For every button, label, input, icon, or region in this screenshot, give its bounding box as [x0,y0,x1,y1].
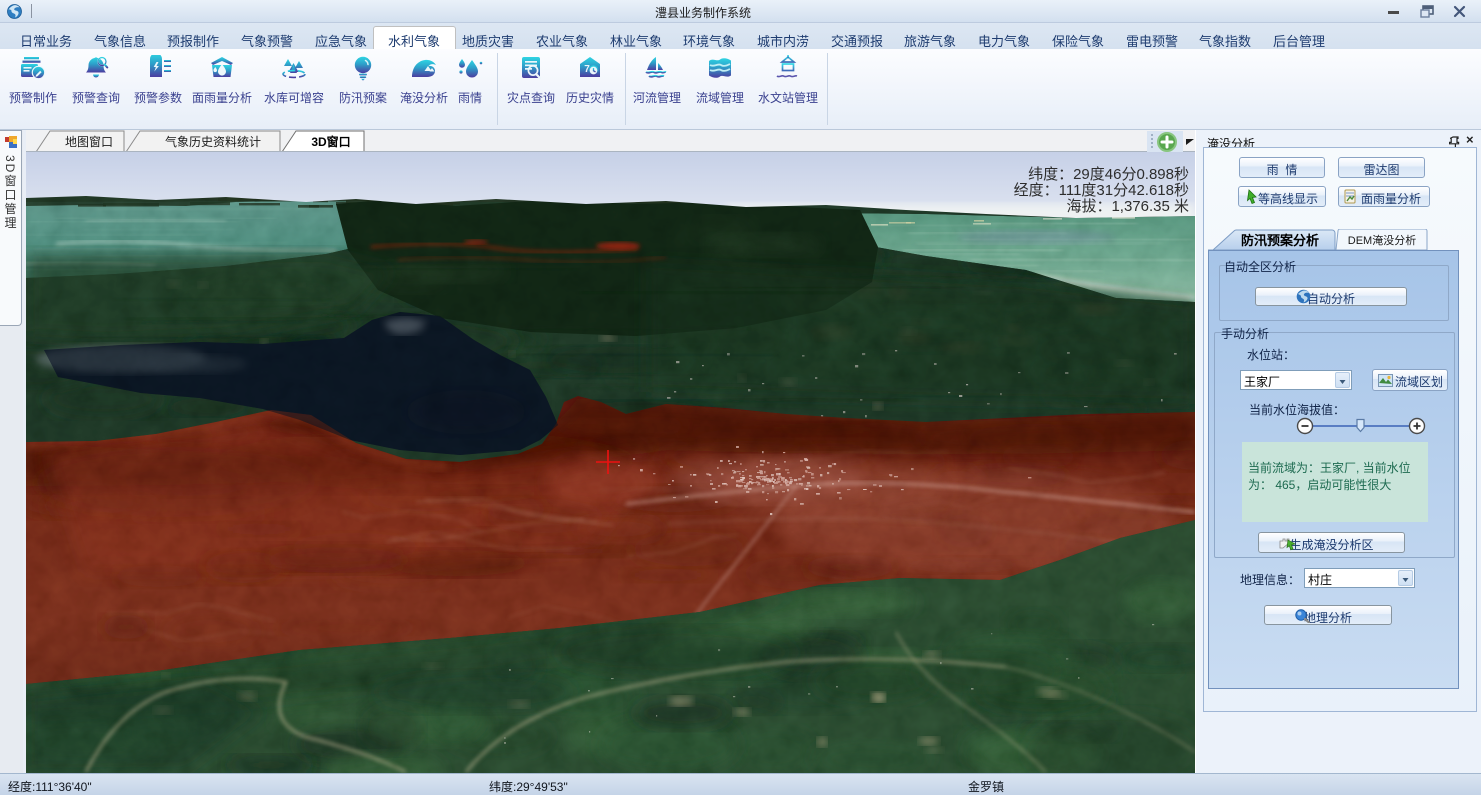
svg-text:防汛预案分析: 防汛预案分析 [1241,233,1319,248]
svg-text:DEM淹没分析: DEM淹没分析 [1348,233,1416,247]
svg-text:海拔：1,376.35 米: 海拔：1,376.35 米 [1066,198,1189,215]
svg-text:地图窗口: 地图窗口 [65,135,113,149]
svg-text:经度：111度31分42.618秒: 经度：111度31分42.618秒 [1014,182,1189,199]
svg-text:纬度：29度46分0.898秒: 纬度：29度46分0.898秒 [1028,166,1189,183]
svg-text:3D窗口: 3D窗口 [311,134,350,149]
svg-text:气象历史资料统计: 气象历史资料统计 [165,134,261,149]
